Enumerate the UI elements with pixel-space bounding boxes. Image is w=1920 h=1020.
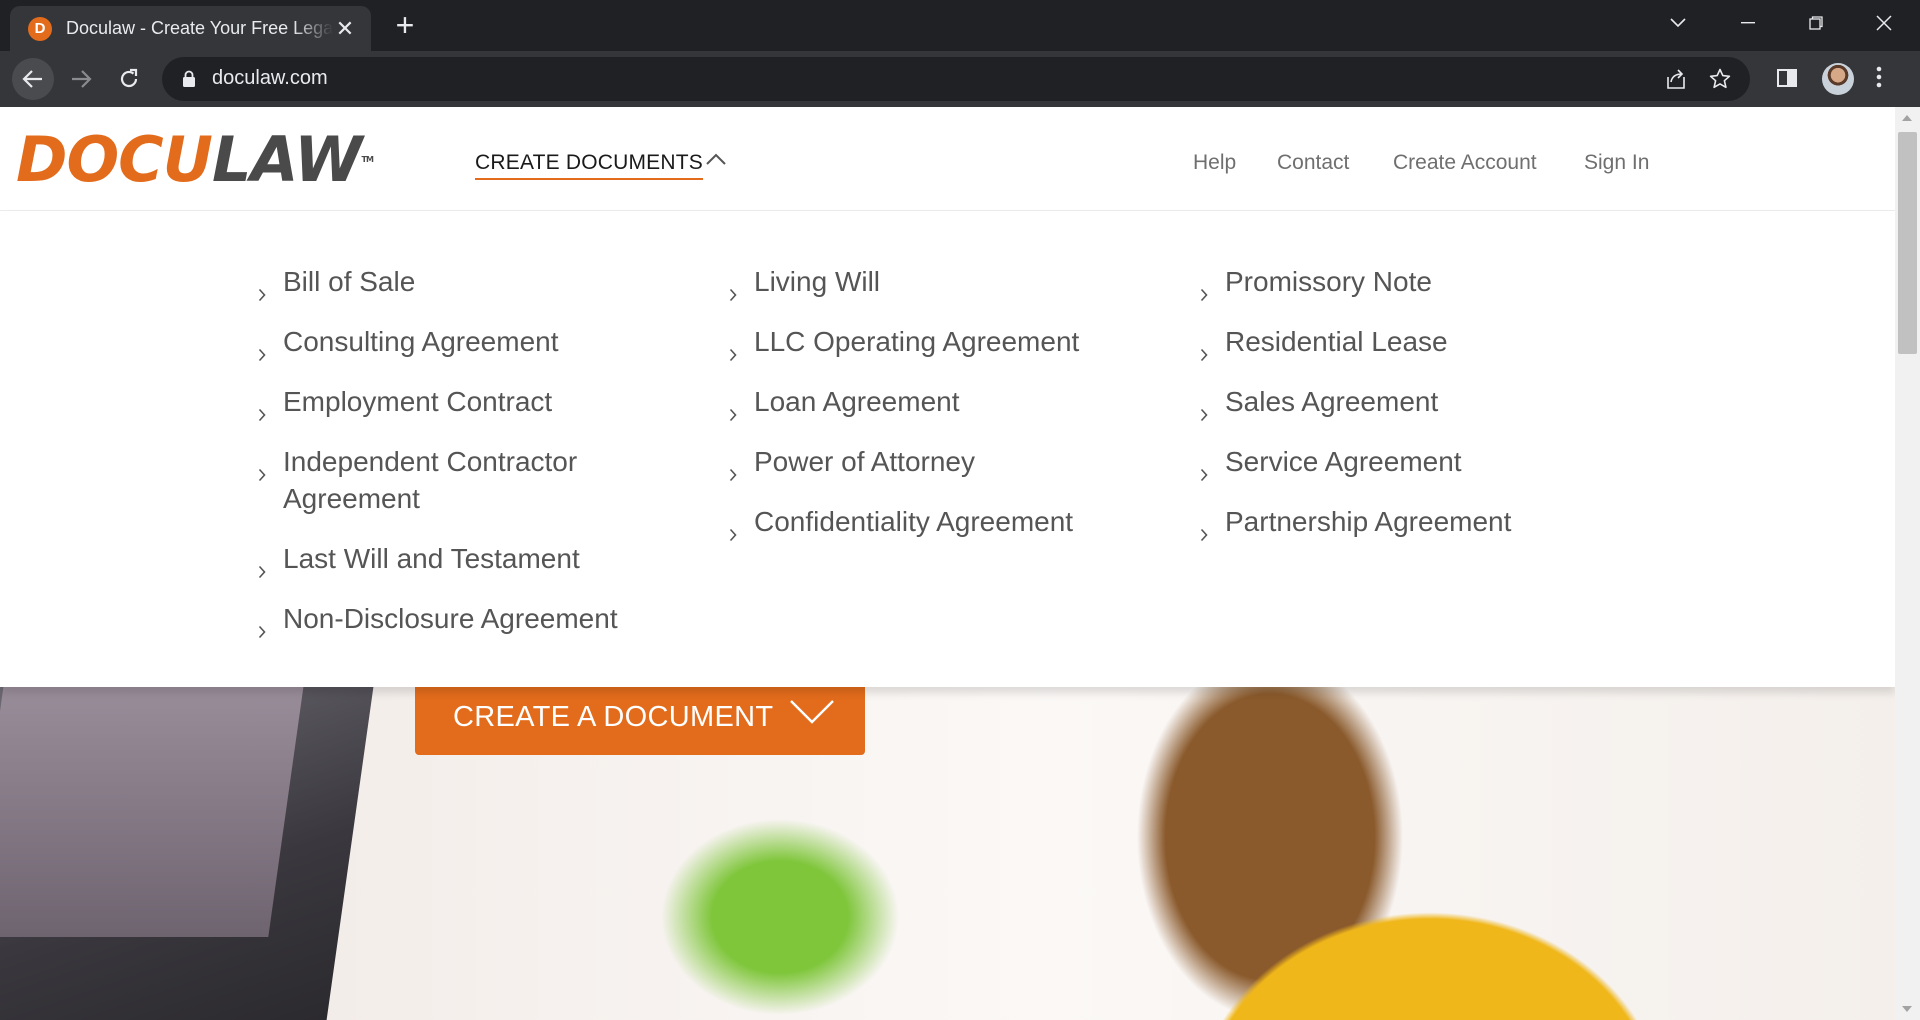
menu-item-label: Service Agreement <box>1225 446 1462 477</box>
chevron-right-icon <box>729 334 737 371</box>
menu-item-label: Partnership Agreement <box>1225 506 1512 537</box>
profile-avatar[interactable] <box>1822 63 1854 95</box>
side-panel-icon[interactable] <box>1776 67 1798 94</box>
menu-item-label: Promissory Note <box>1225 266 1432 297</box>
menu-item-label: Consulting Agreement <box>283 326 559 357</box>
menu-item-label: Confidentiality Agreement <box>754 506 1074 537</box>
browser-tab[interactable]: D Doculaw - Create Your Free Legal Docum… <box>10 6 371 51</box>
doculaw-favicon-icon: D <box>28 16 52 41</box>
chevron-right-icon <box>1200 454 1208 491</box>
back-arrow-icon[interactable] <box>12 58 54 100</box>
browser-toolbar: doculaw.com <box>0 51 1920 107</box>
share-icon[interactable] <box>1664 67 1688 96</box>
menu-item-label: Living Will <box>754 266 881 297</box>
menu-item-document[interactable]: Partnership Agreement <box>1200 503 1620 542</box>
computer-monitor-image <box>0 687 374 1020</box>
chevron-right-icon <box>258 454 266 491</box>
nav-contact-link[interactable]: Contact <box>1277 151 1349 175</box>
menu-item-document[interactable]: Consulting Agreement <box>258 323 678 362</box>
tab-search-icon[interactable] <box>1650 0 1706 46</box>
new-tab-button[interactable]: + <box>388 9 422 43</box>
menu-item-label: Residential Lease <box>1225 326 1448 357</box>
address-bar[interactable]: doculaw.com <box>162 57 1750 101</box>
menu-item-label: LLC Operating Agreement <box>754 326 1080 357</box>
menu-item-document[interactable]: Last Will and Testament <box>258 540 678 579</box>
menu-item-document[interactable]: Employment Contract <box>258 383 678 422</box>
scroll-down-arrow-icon[interactable] <box>1902 1006 1912 1012</box>
nav-help-link[interactable]: Help <box>1193 151 1236 175</box>
menu-item-label: Last Will and Testament <box>283 543 580 574</box>
chevron-right-icon <box>1200 334 1208 371</box>
chevron-right-icon <box>729 514 737 551</box>
menu-item-document[interactable]: Bill of Sale <box>258 263 678 302</box>
menu-item-document[interactable]: Service Agreement <box>1200 443 1620 482</box>
chevron-right-icon <box>258 334 266 371</box>
menu-item-document[interactable]: Residential Lease <box>1200 323 1620 362</box>
create-documents-dropdown: Bill of Sale Consulting Agreement Employme… <box>0 211 1895 687</box>
browser-menu-icon[interactable] <box>1876 65 1882 94</box>
tab-close-icon[interactable]: ✕ <box>333 16 357 42</box>
menu-item-document[interactable]: Promissory Note <box>1200 263 1620 302</box>
menu-item-document[interactable]: Non-Disclosure Agreement <box>258 600 678 639</box>
create-documents-menu[interactable]: CREATE DOCUMENTS <box>475 151 703 180</box>
menu-item-label: Bill of Sale <box>283 266 416 297</box>
chevron-right-icon <box>729 394 737 431</box>
chevron-right-icon <box>1200 274 1208 311</box>
reload-icon[interactable] <box>108 58 150 100</box>
minimize-icon[interactable] <box>1720 0 1776 46</box>
hero-background-image <box>0 687 1895 1020</box>
menu-item-document[interactable]: Power of Attorney <box>729 443 1149 482</box>
menu-column-2: Living Will LLC Operating Agreement Loan A… <box>729 263 1149 563</box>
chevron-right-icon <box>1200 394 1208 431</box>
logo-docu-text: DOCU <box>16 123 213 196</box>
doculaw-logo[interactable]: DOCULAWTM <box>16 129 374 191</box>
page-scrollbar[interactable] <box>1895 107 1920 1020</box>
menu-item-document[interactable]: LLC Operating Agreement <box>729 323 1149 362</box>
menu-item-document[interactable]: Living Will <box>729 263 1149 302</box>
forward-arrow-icon[interactable] <box>60 58 102 100</box>
chevron-right-icon <box>258 394 266 431</box>
tab-title: Doculaw - Create Your Free Legal Documen… <box>66 18 333 38</box>
menu-item-label: Sales Agreement <box>1225 386 1439 417</box>
menu-item-label: Non-Disclosure Agreement <box>283 603 618 634</box>
menu-item-document[interactable]: Independent Contractor Agreement <box>258 443 678 517</box>
chevron-right-icon <box>729 454 737 491</box>
chevron-right-icon <box>258 551 266 588</box>
chevron-right-icon <box>729 274 737 311</box>
chevron-up-icon[interactable] <box>705 152 727 171</box>
menu-item-label: Loan Agreement <box>754 386 960 417</box>
chevron-down-icon <box>789 699 835 730</box>
menu-item-label: Employment Contract <box>283 386 553 417</box>
menu-item-document[interactable]: Sales Agreement <box>1200 383 1620 422</box>
logo-law-text: LAW <box>212 123 362 196</box>
restore-icon[interactable] <box>1788 0 1844 46</box>
scroll-up-arrow-icon[interactable] <box>1902 115 1912 121</box>
create-a-document-button[interactable]: CREATE A DOCUMENT <box>415 679 865 755</box>
nav-create-account-link[interactable]: Create Account <box>1393 151 1537 175</box>
bookmark-star-icon[interactable] <box>1708 67 1732 96</box>
web-page: CREATE A DOCUMENT DOCULAWTM CREATE DOCUM… <box>0 107 1895 1020</box>
nav-sign-in-link[interactable]: Sign In <box>1584 151 1649 175</box>
window-close-icon[interactable] <box>1856 0 1912 46</box>
menu-column-3: Promissory Note Residential Lease Sales Ag… <box>1200 263 1620 563</box>
monitor-screen <box>0 687 304 937</box>
menu-item-label: Power of Attorney <box>754 446 976 477</box>
menu-item-document[interactable]: Confidentiality Agreement <box>729 503 1149 542</box>
create-a-document-label: CREATE A DOCUMENT <box>453 700 774 733</box>
site-header: DOCULAWTM CREATE DOCUMENTS Help Contact … <box>0 107 1895 211</box>
lock-icon[interactable] <box>182 70 196 93</box>
chevron-right-icon <box>258 274 266 311</box>
chevron-right-icon <box>1200 514 1208 551</box>
menu-item-document[interactable]: Loan Agreement <box>729 383 1149 422</box>
menu-column-1: Bill of Sale Consulting Agreement Employme… <box>258 263 678 660</box>
url-text[interactable]: doculaw.com <box>212 67 328 90</box>
browser-tab-strip: D Doculaw - Create Your Free Legal Docum… <box>0 0 1920 51</box>
menu-item-label: Independent Contractor Agreement <box>283 446 578 514</box>
scrollbar-thumb[interactable] <box>1898 132 1917 354</box>
logo-trademark: TM <box>361 155 374 164</box>
chevron-right-icon <box>258 611 266 648</box>
